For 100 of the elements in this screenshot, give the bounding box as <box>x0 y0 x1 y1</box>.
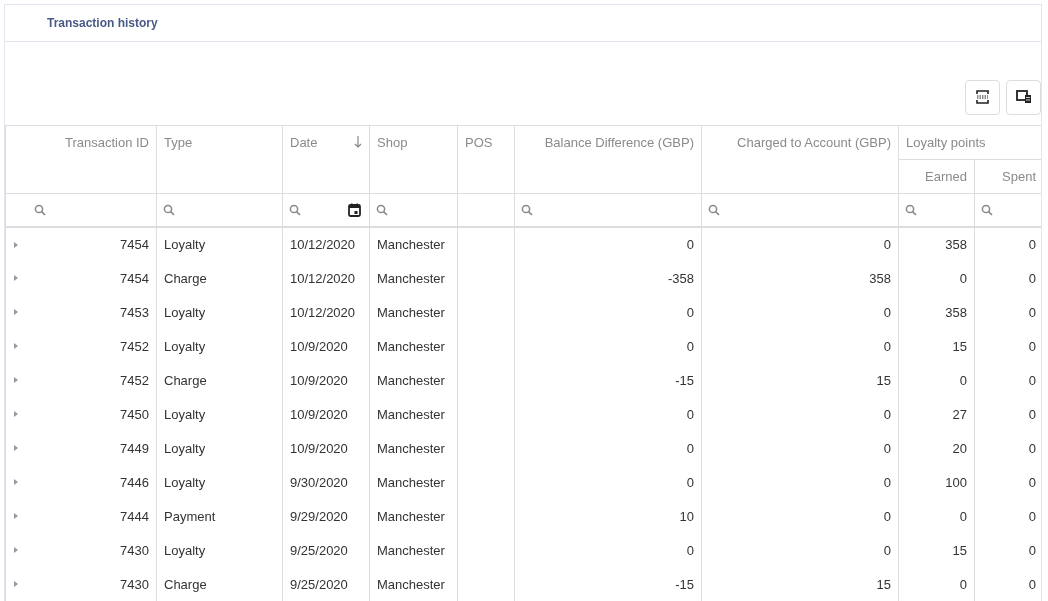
search-icon <box>289 203 301 216</box>
spreadsheet-export-icon <box>976 90 989 104</box>
expand-caret-icon[interactable] <box>13 580 19 588</box>
column-header[interactable]: Earned <box>898 159 975 193</box>
table-cell: 9/25/2020 <box>290 542 348 558</box>
table-cell: 0 <box>1028 304 1036 320</box>
table-cell: Loyalty <box>164 237 206 252</box>
table-cell: Manchester <box>377 440 445 456</box>
table-cell: 0 <box>686 304 694 320</box>
table-cell: Manchester <box>377 406 445 422</box>
table-cell: 0 <box>883 474 891 490</box>
table-cell: 0 <box>686 237 694 252</box>
column-header[interactable]: Shop <box>369 125 458 193</box>
expand-caret-icon[interactable] <box>13 308 19 316</box>
column-header[interactable]: Charged to Account (GBP) <box>701 125 899 193</box>
table-cell: -15 <box>675 372 694 388</box>
table-cell: 0 <box>686 474 694 490</box>
table-cell: 0 <box>883 237 891 252</box>
column-header[interactable]: POS <box>457 125 515 193</box>
table-cell: 7452 <box>120 372 149 388</box>
column-header[interactable]: Balance Difference (GBP) <box>514 125 702 193</box>
table-cell: 0 <box>1028 576 1036 592</box>
table-cell: 0 <box>1028 508 1036 524</box>
table-cell: 0 <box>686 338 694 354</box>
table-cell: 0 <box>959 576 967 592</box>
table-cell: 7446 <box>120 474 149 490</box>
expand-caret-icon[interactable] <box>13 342 19 350</box>
export-excel-button[interactable] <box>965 79 1000 115</box>
table-cell: 10/9/2020 <box>290 406 348 422</box>
table-cell: 7452 <box>120 338 149 354</box>
expand-caret-icon[interactable] <box>13 444 19 452</box>
table-cell: 0 <box>686 440 694 456</box>
table-cell: 7430 <box>120 542 149 558</box>
expand-caret-icon[interactable] <box>13 546 19 554</box>
table-cell: Charge <box>164 576 207 592</box>
table-cell: 15 <box>876 372 891 388</box>
table-cell: 0 <box>1028 237 1036 252</box>
table-cell: Manchester <box>377 270 445 286</box>
column-header[interactable]: Type <box>156 125 283 193</box>
search-icon <box>34 203 46 216</box>
table-cell: Manchester <box>377 542 445 558</box>
table-cell: 0 <box>1028 474 1036 490</box>
table-cell: 10/12/2020 <box>290 270 356 286</box>
column-header: Loyalty points <box>898 125 1041 159</box>
table-cell: Manchester <box>377 474 445 490</box>
table-cell: 0 <box>1028 406 1036 422</box>
calendar-icon[interactable] <box>348 202 361 217</box>
table-cell: 7454 <box>120 270 149 286</box>
table-cell: 0 <box>1028 440 1036 456</box>
table-cell: Charge <box>164 270 207 286</box>
table-cell: Loyalty <box>164 304 206 320</box>
table-cell: 0 <box>883 406 891 422</box>
table-cell: Manchester <box>377 237 445 252</box>
table-cell: 0 <box>1028 270 1036 286</box>
table-cell: 9/29/2020 <box>290 508 348 524</box>
column-chooser-button[interactable] <box>1006 79 1041 115</box>
table-cell: 0 <box>1028 372 1036 388</box>
table-cell: 0 <box>1028 542 1036 558</box>
table-cell: 7454 <box>120 237 149 252</box>
table-cell: 0 <box>959 372 967 388</box>
table-cell: 7450 <box>120 406 149 422</box>
table-cell: 7449 <box>120 440 149 456</box>
table-cell: 0 <box>959 270 967 286</box>
expand-caret-icon[interactable] <box>13 478 19 486</box>
column-header[interactable]: Date <box>282 125 370 193</box>
table-cell: Loyalty <box>164 474 206 490</box>
expand-caret-icon[interactable] <box>13 274 19 282</box>
column-header[interactable]: Transaction ID <box>5 125 157 193</box>
table-cell: 9/25/2020 <box>290 576 348 592</box>
table-cell: 15 <box>952 338 967 354</box>
table-cell: 0 <box>883 508 891 524</box>
table-cell: Manchester <box>377 576 445 592</box>
table-cell: -15 <box>675 576 694 592</box>
table-cell: 0 <box>686 542 694 558</box>
table-cell: Loyalty <box>164 406 206 422</box>
expand-caret-icon[interactable] <box>13 376 19 384</box>
search-icon <box>708 203 720 216</box>
expand-caret-icon[interactable] <box>13 512 19 520</box>
table-cell: 358 <box>945 304 967 320</box>
table-cell: -358 <box>667 270 694 286</box>
table-cell: 0 <box>686 406 694 422</box>
expand-caret-icon[interactable] <box>13 240 19 249</box>
table-cell: 10/12/2020 <box>290 304 356 320</box>
table-cell: Payment <box>164 508 216 524</box>
panel-title: Transaction history <box>47 16 158 31</box>
search-icon <box>905 203 917 216</box>
table-cell: 0 <box>959 508 967 524</box>
columns-icon <box>1015 90 1032 104</box>
table-cell: 20 <box>952 440 967 456</box>
search-icon <box>521 203 533 216</box>
table-cell: Loyalty <box>164 338 206 354</box>
table-cell: 7444 <box>120 508 149 524</box>
table-cell: 0 <box>883 542 891 558</box>
table-cell: Manchester <box>377 304 445 320</box>
table-cell: Manchester <box>377 372 445 388</box>
table-cell: 27 <box>952 406 967 422</box>
table-cell: 358 <box>869 270 891 286</box>
search-icon <box>163 203 175 216</box>
table-cell: 15 <box>876 576 891 592</box>
expand-caret-icon[interactable] <box>13 410 19 418</box>
